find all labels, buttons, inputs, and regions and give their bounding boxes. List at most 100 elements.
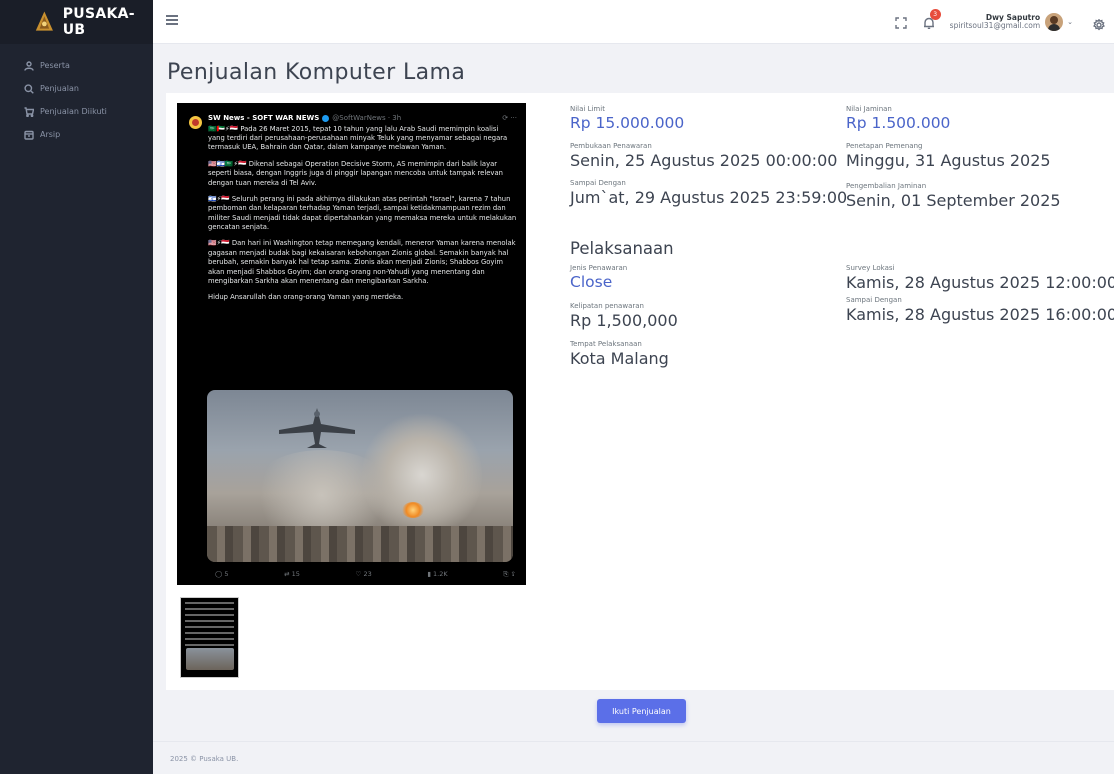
view-count: ▮ 1.2K bbox=[427, 570, 448, 579]
brand[interactable]: PUSAKA-UB bbox=[0, 0, 153, 44]
footer: 2025 © Pusaka UB. bbox=[153, 741, 1114, 774]
logo-icon bbox=[35, 11, 53, 31]
smoke bbox=[362, 410, 482, 540]
image-thumbnail[interactable] bbox=[180, 597, 239, 678]
nilai-limit-value: Rp 15.000.000 bbox=[570, 114, 685, 132]
tweet-paragraph: 🇸🇦🇦🇪⚡🇾🇪 Pada 26 Maret 2015, tepat 10 tah… bbox=[208, 124, 508, 152]
sidebar-item-arsip[interactable]: Arsip bbox=[0, 123, 153, 146]
user-icon bbox=[24, 60, 34, 71]
cart-icon bbox=[24, 106, 34, 117]
tweet-paragraph: 🇺🇸⚡🇾🇪 Dan hari ini Washington tetap meme… bbox=[208, 239, 516, 285]
tweet-body: SW News - SOFT WAR NEWS @SoftWarNews · 3… bbox=[208, 114, 517, 310]
sale-detail-card: SW News - SOFT WAR NEWS @SoftWarNews · 3… bbox=[166, 93, 1114, 690]
fullscreen-button[interactable] bbox=[894, 15, 908, 29]
share-icon: ⎘ ⇪ bbox=[503, 570, 516, 579]
tweet-header: SW News - SOFT WAR NEWS @SoftWarNews · 3… bbox=[186, 114, 517, 310]
tweet-actions: ◯ 5 ⇄ 15 ♡ 23 ▮ 1.2K ⎘ ⇪ bbox=[215, 570, 516, 579]
tweet-paragraph: Hidup Ansarullah dan orang-orang Yaman y… bbox=[208, 293, 404, 302]
field-label: Nilai Limit bbox=[570, 105, 605, 113]
field-kelipatan: Kelipatan penawaran Rp 1,500,000 bbox=[570, 302, 678, 330]
tweet-paragraph: 🇺🇸🇮🇱🇸🇦⚡🇾🇪 Dikenal sebagai Operation Deci… bbox=[208, 159, 503, 187]
field-label: Nilai Jaminan bbox=[846, 105, 892, 113]
field-nilai-jaminan: Nilai Jaminan Rp 1.500.000 bbox=[846, 105, 950, 132]
field-tempat: Tempat Pelaksanaan Kota Malang bbox=[570, 340, 669, 368]
topbar: 3 Dwy Saputro spiritsoul31@gmail.com ⌄ bbox=[153, 0, 1114, 44]
chevron-down-icon: ⌄ bbox=[1067, 18, 1073, 26]
footer-text: 2025 © Pusaka UB. bbox=[170, 755, 239, 763]
pembukaan-value: Senin, 25 Agustus 2025 00:00:00 bbox=[570, 151, 838, 170]
menu-toggle-icon[interactable] bbox=[166, 15, 178, 27]
user-menu[interactable]: Dwy Saputro spiritsoul31@gmail.com ⌄ bbox=[950, 13, 1073, 31]
retweet-count: ⇄ 15 bbox=[284, 570, 300, 579]
sidebar: PUSAKA-UB Peserta Penjualan Penjualan Di… bbox=[0, 0, 153, 774]
jenis-penawaran-value: Close bbox=[570, 273, 613, 291]
city bbox=[207, 526, 513, 562]
penetapan-value: Minggu, 31 Agustus 2025 bbox=[846, 151, 1051, 170]
topbar-actions: 3 Dwy Saputro spiritsoul31@gmail.com ⌄ bbox=[894, 0, 1114, 44]
tweet-meta: SW News - SOFT WAR NEWS @SoftWarNews · 3… bbox=[208, 114, 517, 124]
field-survey-sampai: Sampai Dengan Kamis, 28 Agustus 2025 16:… bbox=[846, 296, 1114, 324]
like-count-value: 23 bbox=[363, 570, 372, 579]
brand-name: PUSAKA-UB bbox=[62, 6, 135, 38]
tweet-author: SW News - SOFT WAR NEWS bbox=[208, 114, 320, 122]
survey-value: Kamis, 28 Agustus 2025 12:00:00 bbox=[846, 273, 1114, 292]
jet-icon bbox=[279, 408, 355, 448]
tweet-paragraph: 🇮🇱⚡🇾🇪 Seluruh perang ini pada akhirnya d… bbox=[208, 194, 517, 232]
kelipatan-value: Rp 1,500,000 bbox=[570, 311, 678, 330]
sidebar-item-penjualan-diikuti[interactable]: Penjualan Diikuti bbox=[0, 100, 153, 123]
field-label: Pengembalian Jaminan bbox=[846, 182, 927, 190]
nilai-jaminan-value: Rp 1.500.000 bbox=[846, 114, 951, 132]
reply-count: ◯ 5 bbox=[215, 570, 229, 579]
fullscreen-icon bbox=[894, 17, 907, 29]
tempat-value: Kota Malang bbox=[570, 349, 669, 368]
field-penetapan: Penetapan Pemenang Minggu, 31 Agustus 20… bbox=[846, 142, 1051, 170]
tweet-photo bbox=[207, 390, 513, 562]
notification-badge: 3 bbox=[929, 9, 941, 20]
field-label: Sampai Dengan bbox=[846, 296, 902, 304]
tweet-handle: @SoftWarNews · 3h bbox=[332, 114, 402, 122]
view-count-value: 1.2K bbox=[433, 570, 448, 579]
field-label: Tempat Pelaksanaan bbox=[570, 340, 642, 348]
field-label: Pembukaan Penawaran bbox=[570, 142, 652, 150]
gear-icon bbox=[1093, 18, 1105, 31]
verified-icon bbox=[322, 115, 330, 123]
sidebar-item-label: Penjualan Diikuti bbox=[40, 107, 107, 116]
field-label: Survey Lokasi bbox=[846, 264, 895, 272]
more-icon: ⟳ ··· bbox=[502, 114, 517, 122]
sidebar-item-peserta[interactable]: Peserta bbox=[0, 54, 153, 77]
archive-icon bbox=[24, 130, 34, 140]
survey-sampai-value: Kamis, 28 Agustus 2025 16:00:00 bbox=[846, 305, 1114, 324]
notification-button[interactable]: 3 bbox=[922, 9, 941, 29]
retweet-count-value: 15 bbox=[291, 570, 300, 579]
sampai-value: Jum`at, 29 Agustus 2025 23:59:00 bbox=[570, 188, 848, 207]
field-label: Jenis Penawaran bbox=[570, 264, 628, 272]
like-count: ♡ 23 bbox=[355, 570, 372, 579]
page-title: Penjualan Komputer Lama bbox=[167, 60, 466, 85]
field-pembukaan: Pembukaan Penawaran Senin, 25 Agustus 20… bbox=[570, 142, 837, 170]
user-email: spiritsoul31@gmail.com bbox=[949, 21, 1041, 30]
field-jenis-penawaran: Jenis Penawaran Close bbox=[570, 264, 627, 291]
product-image[interactable]: SW News - SOFT WAR NEWS @SoftWarNews · 3… bbox=[177, 103, 526, 585]
ikuti-penjualan-button[interactable]: Ikuti Penjualan bbox=[597, 699, 686, 723]
avatar bbox=[1045, 13, 1064, 31]
field-nilai-limit: Nilai Limit Rp 15.000.000 bbox=[570, 105, 684, 132]
field-label: Penetapan Pemenang bbox=[846, 142, 923, 150]
field-sampai: Sampai Dengan Jum`at, 29 Agustus 2025 23… bbox=[570, 179, 847, 207]
tweet-avatar bbox=[189, 116, 202, 129]
sidebar-item-label: Arsip bbox=[40, 130, 61, 139]
search-icon bbox=[24, 83, 34, 94]
fire bbox=[402, 502, 424, 518]
user-info: Dwy Saputro spiritsoul31@gmail.com bbox=[950, 14, 1040, 30]
field-label: Sampai Dengan bbox=[570, 179, 626, 187]
field-survey-lokasi: Survey Lokasi Kamis, 28 Agustus 2025 12:… bbox=[846, 264, 1114, 292]
field-label: Kelipatan penawaran bbox=[570, 302, 644, 310]
settings-button[interactable] bbox=[1093, 16, 1105, 31]
section-title-pelaksanaan: Pelaksanaan bbox=[570, 239, 674, 258]
sidebar-menu: Peserta Penjualan Penjualan Diikuti Arsi… bbox=[0, 44, 153, 146]
sidebar-item-label: Penjualan bbox=[40, 84, 79, 93]
sidebar-item-penjualan[interactable]: Penjualan bbox=[0, 77, 153, 100]
pengembalian-value: Senin, 01 September 2025 bbox=[846, 191, 1061, 210]
sidebar-item-label: Peserta bbox=[40, 61, 70, 70]
field-pengembalian: Pengembalian Jaminan Senin, 01 September… bbox=[846, 182, 1061, 210]
reply-count-value: 5 bbox=[224, 570, 229, 579]
